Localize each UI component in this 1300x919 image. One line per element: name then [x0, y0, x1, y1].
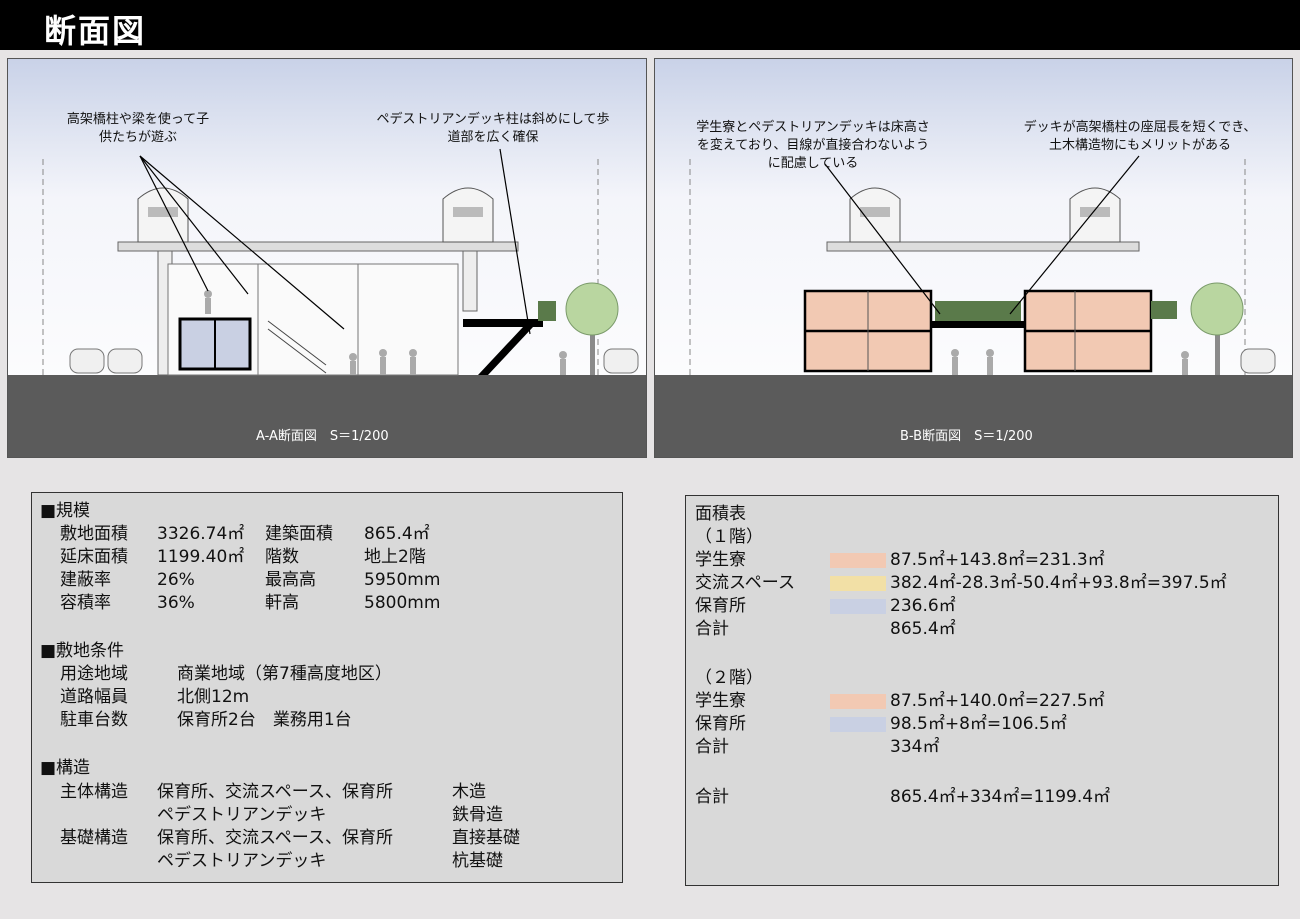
floor2-heading: （２階） [695, 668, 763, 688]
scale-label: 建蔽率 [60, 570, 111, 590]
site-heading: ■敷地条件 [40, 641, 125, 661]
ground [655, 375, 1292, 457]
hedge [1151, 301, 1177, 319]
area-label: 交流スペース [695, 573, 795, 593]
hedge [935, 301, 1021, 321]
building-info-panel: ■規模 敷地面積 3326.74㎡ 建築面積 865.4㎡延床面積 1199.40㎡ 階数… [31, 492, 623, 883]
structure-type: 主体構造 [60, 782, 128, 802]
scale-value: 1199.40㎡ [157, 547, 245, 567]
hedge [538, 301, 556, 321]
area-value: 87.5㎡+143.8㎡=231.3㎡ [890, 550, 1105, 570]
scale-value: 3326.74㎡ [157, 524, 245, 544]
area-color-swatch [830, 599, 886, 614]
section-b-drawing: 学生寮とペデストリアンデッキは床高さ を変えており、目線が直接合わないよう に配… [654, 58, 1293, 458]
scale-value: 865.4㎡ [364, 524, 430, 544]
site-label: 駐車台数 [60, 710, 128, 730]
annotation-a-right: ペデストリアンデッキ柱は斜めにして歩 道部を広く確保 [376, 112, 610, 145]
viaduct-deck [117, 241, 519, 252]
site-label: 用途地域 [60, 664, 128, 684]
annotation-b-right: デッキが高架橋柱の座屈長を短くでき、 土木構造物にもメリットがある [1023, 120, 1257, 153]
area-value: 98.5㎡+8㎡=106.5㎡ [890, 714, 1067, 734]
area-color-swatch [830, 717, 886, 732]
page-title: 断面図 [44, 12, 147, 50]
structure-target: 保育所、交流スペース、保育所 [157, 828, 393, 848]
scale-label: 軒高 [265, 593, 299, 613]
scale-label: 建築面積 [265, 524, 333, 544]
scale-value: 地上2階 [364, 547, 426, 567]
area-label: 学生寮 [695, 691, 746, 711]
structure-heading: ■構造 [40, 758, 91, 778]
area-label: 学生寮 [695, 550, 746, 570]
site-label: 道路幅員 [60, 687, 128, 707]
area-value: 334㎡ [890, 737, 940, 757]
train-right [1069, 187, 1121, 243]
floor1-heading: （１階） [695, 527, 763, 547]
structure-method: 杭基礎 [452, 851, 503, 871]
pedestrian-deck [931, 321, 1025, 328]
scale-value: 36% [157, 593, 195, 613]
area-value: 87.5㎡+140.0㎡=227.5㎡ [890, 691, 1105, 711]
scale-label: 延床面積 [60, 547, 128, 567]
site-value: 北側12m [177, 687, 250, 707]
structure-target: ペデストリアンデッキ [157, 805, 327, 825]
scale-value: 26% [157, 570, 195, 590]
area-color-swatch [830, 694, 886, 709]
title-bar: 断面図 [0, 0, 1300, 50]
structure-target: 保育所、交流スペース、保育所 [157, 782, 393, 802]
structure-target: ペデストリアンデッキ [157, 851, 327, 871]
area-table-panel: 面積表 （１階） 学生寮 87.5㎡+143.8㎡=231.3㎡交流スペース 382… [685, 495, 1279, 886]
area-value: 382.4㎡-28.3㎡-50.4㎡+93.8㎡=397.5㎡ [890, 573, 1227, 593]
scale-label: 容積率 [60, 593, 111, 613]
scale-label: 最高高 [265, 570, 316, 590]
section-a-drawing: 高架橋柱や梁を使って子 供たちが遊ぶ ペデストリアンデッキ柱は斜めにして歩 道部… [7, 58, 647, 458]
scale-value: 5800mm [364, 593, 441, 613]
ground [8, 375, 646, 457]
area-value: 236.6㎡ [890, 596, 956, 616]
area-color-swatch [830, 576, 886, 591]
annotation-b-left: 学生寮とペデストリアンデッキは床高さ を変えており、目線が直接合わないよう に配… [696, 120, 930, 171]
area-label: 合計 [695, 619, 729, 639]
area-value: 865.4㎡ [890, 619, 956, 639]
caption-a: A-A断面図 S＝1/200 [256, 429, 389, 444]
scale-label: 敷地面積 [60, 524, 128, 544]
scale-value: 5950mm [364, 570, 441, 590]
grand-total-label: 合計 [695, 787, 729, 807]
train-left [137, 187, 189, 243]
viaduct-column [462, 250, 478, 312]
structure-method: 鉄骨造 [452, 805, 503, 825]
area-label: 保育所 [695, 596, 746, 616]
scale-label: 階数 [265, 547, 299, 567]
area-color-swatch [830, 553, 886, 568]
structure-method: 直接基礎 [452, 828, 520, 848]
structure-type: 基礎構造 [60, 828, 128, 848]
pedestrian-deck [463, 319, 543, 327]
train-right [442, 187, 494, 243]
grand-total-value: 865.4㎡+334㎡=1199.4㎡ [890, 787, 1111, 807]
structure-method: 木造 [452, 782, 486, 802]
site-value: 商業地域（第7種高度地区） [177, 664, 392, 684]
viaduct-deck [826, 241, 1140, 252]
area-label: 合計 [695, 737, 729, 757]
scale-heading: ■規模 [40, 501, 91, 521]
area-table-title: 面積表 [695, 504, 746, 524]
cars [1240, 348, 1276, 374]
caption-b: B-B断面図 S＝1/200 [900, 429, 1033, 444]
train-left [849, 187, 901, 243]
site-value: 保育所2台 業務用1台 [177, 710, 352, 730]
annotation-a-left: 高架橋柱や梁を使って子 供たちが遊ぶ [66, 112, 210, 145]
area-label: 保育所 [695, 714, 746, 734]
